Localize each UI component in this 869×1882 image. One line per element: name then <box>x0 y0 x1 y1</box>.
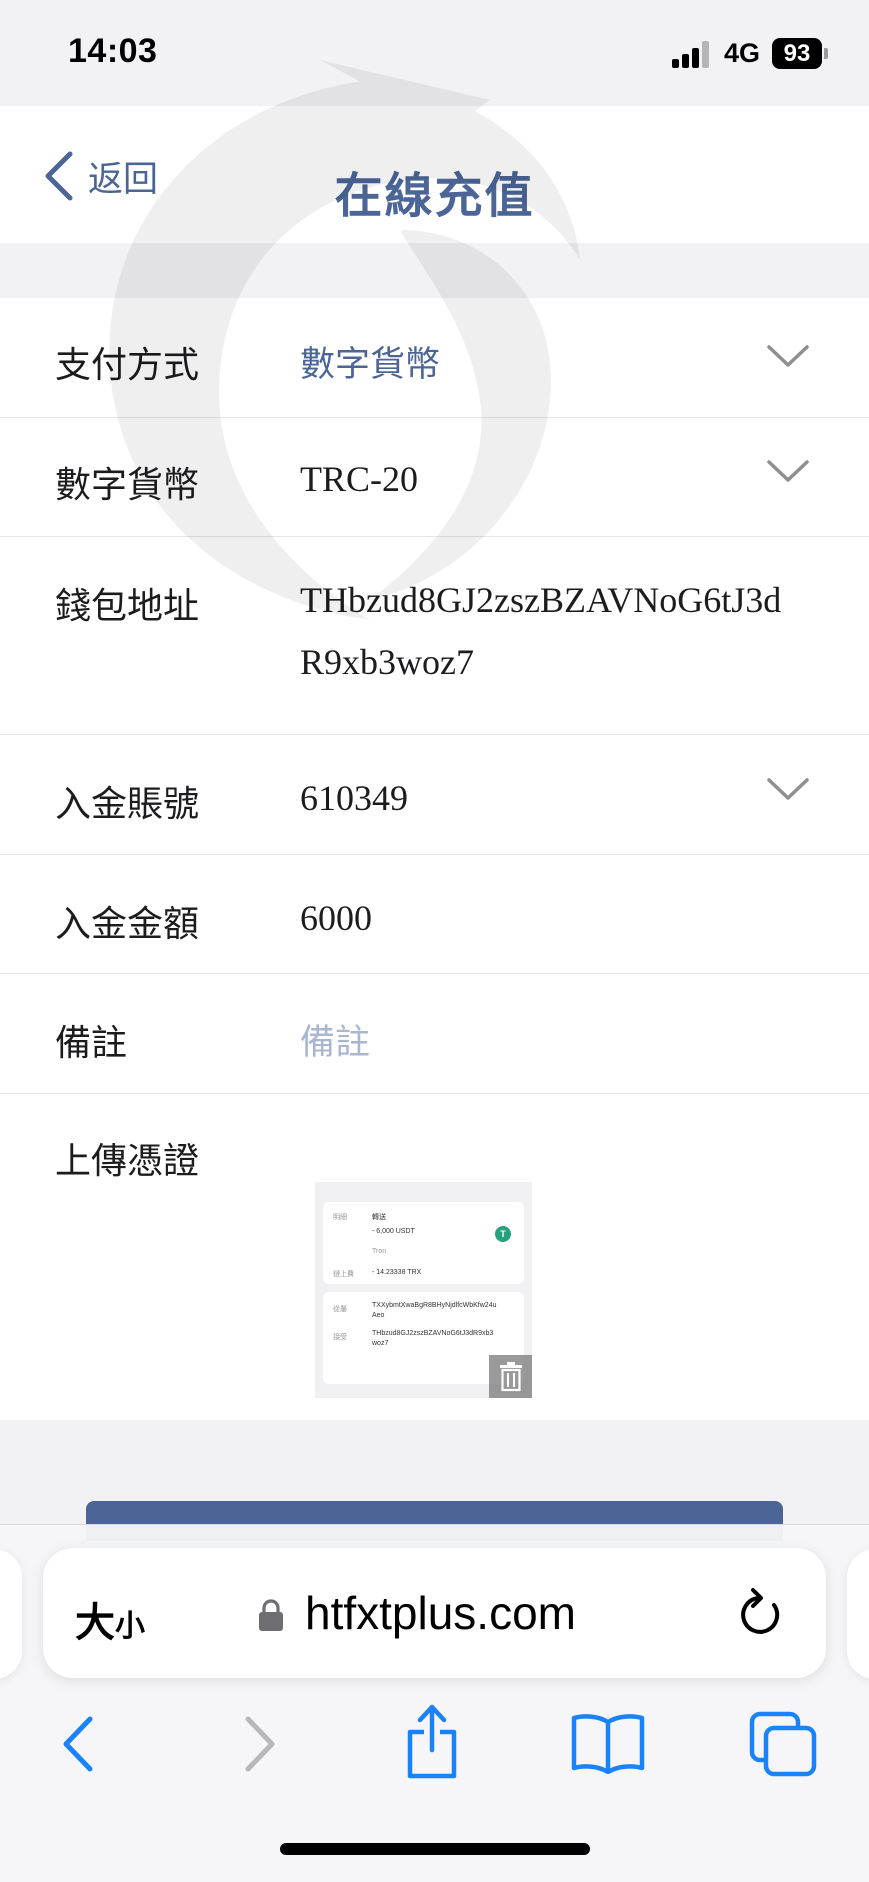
receipt-amount: - 6,000 USDT <box>372 1228 415 1235</box>
trash-icon <box>499 1361 522 1391</box>
battery-icon: 93 <box>772 38 822 69</box>
page-title: 在線充值 <box>334 168 535 224</box>
reload-icon <box>741 1588 780 1634</box>
receipt-network: Tron <box>372 1248 387 1255</box>
receipt-from-address-1: TXXybmtXwaBgR8BHyNjdlfcWbKfw24u <box>372 1302 497 1309</box>
deposit-amount-field[interactable]: 入金金額 6000 <box>0 855 869 974</box>
payment-method-label: 支付方式 <box>55 345 200 386</box>
bookmarks-icon[interactable] <box>570 1712 646 1774</box>
deposit-account-value: 610349 <box>300 778 408 818</box>
payment-method-select[interactable]: 支付方式 數字貨幣 <box>0 298 869 418</box>
previous-tab-preview[interactable] <box>0 1549 22 1679</box>
network-type: 4G <box>724 38 761 68</box>
nav-header: 返回 在線充值 <box>0 106 869 243</box>
chevron-down-icon <box>767 460 809 482</box>
share-icon[interactable] <box>402 1700 462 1780</box>
deposit-amount-value: 6000 <box>300 898 372 938</box>
text-size-big: 大 <box>75 1600 115 1646</box>
payment-method-value: 數字貨幣 <box>300 345 441 385</box>
forward-arrow-icon[interactable] <box>240 1714 280 1774</box>
currency-label: 數字貨幣 <box>55 465 200 506</box>
currency-value: TRC-20 <box>300 459 419 499</box>
lock-icon <box>259 1599 283 1631</box>
next-tab-preview[interactable] <box>847 1549 869 1679</box>
chevron-down-icon <box>767 778 809 800</box>
receipt-to-label: 接受 <box>333 1334 347 1341</box>
page: 14:03 4G 93 返回 在線充值 支付方式 數字貨幣 數字貨幣 TRC-2… <box>0 0 869 1882</box>
wallet-address-line-2: R9xb3woz7 <box>300 642 474 682</box>
url-text[interactable]: htfxtplus.com <box>305 1586 576 1640</box>
delete-image-button[interactable] <box>489 1355 532 1398</box>
text-size-small: 小 <box>115 1609 145 1644</box>
wallet-address-label: 錢包地址 <box>55 586 200 627</box>
currency-select[interactable]: 數字貨幣 TRC-20 <box>0 418 869 537</box>
receipt-to-address-2: woz7 <box>372 1340 389 1347</box>
remark-label: 備註 <box>55 1023 128 1064</box>
deposit-account-select[interactable]: 入金賬號 610349 <box>0 735 869 855</box>
home-indicator <box>280 1843 590 1855</box>
wallet-address-line-1: THbzud8GJ2zszBZAVNoG6tJ3d <box>300 580 782 620</box>
status-bar: 14:03 4G 93 <box>0 0 869 106</box>
back-arrow-icon[interactable] <box>58 1714 98 1774</box>
battery-tip <box>824 48 828 59</box>
text-size-button[interactable]: 大小 <box>75 1590 145 1648</box>
chevron-down-icon <box>767 345 809 367</box>
upload-proof-label: 上傳憑證 <box>55 1141 200 1182</box>
receipt-fee-label: 鏈上費 <box>333 1271 354 1278</box>
deposit-amount-label: 入金金額 <box>55 904 200 945</box>
wallet-address-row: 錢包地址 THbzud8GJ2zszBZAVNoG6tJ3d R9xb3woz7 <box>0 537 869 735</box>
deposit-account-label: 入金賬號 <box>55 784 200 825</box>
tether-icon: T <box>495 1226 511 1242</box>
remark-field[interactable]: 備註 備註 <box>0 974 869 1094</box>
remark-placeholder: 備註 <box>300 1023 371 1063</box>
receipt-to-address-1: THbzud8GJ2zszBZAVNoG6tJ3dR9xb3 <box>372 1330 494 1337</box>
receipt-details-label: 明細 <box>333 1214 347 1221</box>
receipt-fee: - 14.23338 TRX <box>372 1269 422 1276</box>
receipt-from-label: 從屬 <box>333 1306 347 1313</box>
receipt-from-address-2: Aeo <box>372 1312 385 1319</box>
status-time: 14:03 <box>68 32 158 70</box>
signal-icon <box>672 40 712 68</box>
tabs-icon[interactable] <box>748 1710 818 1778</box>
receipt-transfer-label: 轉送 <box>372 1214 386 1221</box>
